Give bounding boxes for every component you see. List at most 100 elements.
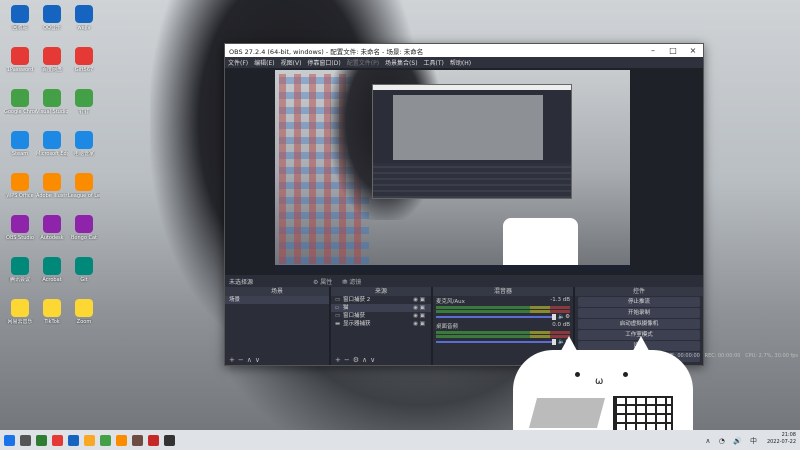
desktop-icon[interactable]: Git bbox=[68, 256, 100, 290]
desktop-icon-label: 回收站 bbox=[12, 25, 28, 31]
stop-stream-button[interactable]: 停止推流 bbox=[578, 297, 700, 307]
desktop-icon-label: Zoom bbox=[76, 319, 92, 325]
source-item[interactable]: ▬ 显示器捕获 ◉ ▣ bbox=[331, 320, 431, 328]
menu-file[interactable]: 文件(F) bbox=[228, 58, 248, 67]
window-icon: ▭ bbox=[335, 297, 341, 303]
app-icon bbox=[43, 131, 61, 149]
app-icon[interactable] bbox=[116, 434, 127, 446]
menu-scene-collection[interactable]: 场景集合(S) bbox=[385, 58, 418, 67]
app-icon bbox=[75, 257, 93, 275]
desktop-icon[interactable]: WPS Office bbox=[4, 172, 36, 206]
app-icon bbox=[11, 299, 29, 317]
source-item[interactable]: ▭ 窗口捕获 2 ◉ ▣ bbox=[331, 296, 431, 304]
scene-item[interactable]: 场景 bbox=[225, 296, 329, 304]
system-tray-icons[interactable]: ∧ ◔ 🔊 中 bbox=[705, 436, 760, 446]
desktop-icon[interactable]: 钉钉 bbox=[68, 88, 100, 122]
menu-help[interactable]: 帮助(H) bbox=[450, 58, 471, 67]
volume-slider[interactable] bbox=[436, 314, 557, 320]
app-icon[interactable] bbox=[68, 434, 79, 446]
obs-taskbar-icon[interactable] bbox=[164, 434, 175, 446]
app-icon[interactable] bbox=[148, 434, 159, 446]
virtual-camera-button[interactable]: 启动虚拟摄像机 bbox=[578, 319, 700, 329]
controls-header: 控件 bbox=[575, 287, 703, 296]
desktop-icon[interactable]: 腾讯会议 bbox=[4, 256, 36, 290]
desktop-icon[interactable]: Microsoft Edge bbox=[36, 130, 68, 164]
speaker-icon[interactable]: 🔈⚙ bbox=[558, 314, 570, 320]
desktop-icon[interactable]: 电脑管家 bbox=[68, 130, 100, 164]
menu-tools[interactable]: 工具(T) bbox=[424, 58, 444, 67]
menu-profile[interactable]: 配置文件(P) bbox=[347, 58, 379, 67]
app-icon bbox=[43, 299, 61, 317]
app-icon[interactable] bbox=[132, 434, 143, 446]
desktop-icon-label: 电脑管家 bbox=[73, 151, 94, 157]
monitor-icon: ▬ bbox=[335, 321, 341, 327]
desktop-icon[interactable]: OBS Studio bbox=[4, 214, 36, 248]
obs-window[interactable]: OBS 27.2.4 (64-bit, windows) - 配置文件: 未命名… bbox=[224, 43, 704, 366]
desktop-icon[interactable]: 百度网盘 bbox=[36, 46, 68, 80]
desktop-icon-label: 网易云音乐 bbox=[7, 319, 33, 325]
app-icon bbox=[43, 47, 61, 65]
sources-dock: 来源 ▭ 窗口捕获 2 ◉ ▣ ▫ 猫 ◉ ▣ ▭ 窗口捕获 ◉ ▣ ▬ 显示器捕获 ◉ ▣ +… bbox=[331, 287, 431, 365]
maximize-icon[interactable]: □ bbox=[663, 46, 683, 55]
desktop-icon[interactable]: League of Legends bbox=[68, 172, 100, 206]
app-icon[interactable] bbox=[52, 434, 63, 446]
desktop-icon-label: QQ音乐 bbox=[43, 25, 61, 31]
desktop-icon[interactable]: Zoom bbox=[68, 298, 100, 332]
sources-footer[interactable]: +−⚙∧∨ bbox=[331, 355, 431, 365]
menu-edit[interactable]: 编辑(E) bbox=[254, 58, 274, 67]
app-icon bbox=[75, 131, 93, 149]
clock[interactable]: 21:08 2022-07-22 bbox=[767, 432, 796, 446]
obs-titlebar[interactable]: OBS 27.2.4 (64-bit, windows) - 配置文件: 未命名… bbox=[225, 44, 703, 57]
desktop-icon[interactable]: Visual Studio bbox=[36, 88, 68, 122]
desktop-icon[interactable]: Adobe Illustrator bbox=[36, 172, 68, 206]
app-icon bbox=[43, 89, 61, 107]
obs-title: OBS 27.2.4 (64-bit, windows) - 配置文件: 未命名… bbox=[229, 47, 424, 56]
desktop-icon-label: 1Password bbox=[6, 67, 34, 73]
source-item[interactable]: ▫ 猫 ◉ ▣ bbox=[331, 304, 431, 312]
search-icon[interactable] bbox=[20, 434, 31, 446]
scenes-dock: 场景 场景 +−∧∨ bbox=[225, 287, 329, 365]
desktop-icon[interactable]: Gift567 bbox=[68, 46, 100, 80]
mixer-header: 混音器 bbox=[433, 287, 573, 296]
taskbar: ∧ ◔ 🔊 中 21:08 2022-07-22 bbox=[0, 430, 800, 450]
close-icon[interactable]: × bbox=[683, 46, 703, 55]
obs-preview[interactable] bbox=[225, 68, 703, 275]
obs-statusbar: LIVE: 00:00:00 REC: 00:00:00 CPU: 2.7%, … bbox=[663, 353, 798, 359]
preview-canvas bbox=[275, 70, 630, 271]
menu-view[interactable]: 视图(V) bbox=[281, 58, 302, 67]
desktop-icon[interactable]: 回收站 bbox=[4, 4, 36, 38]
rec-status: REC: 00:00:00 bbox=[704, 353, 741, 359]
filters-button[interactable]: ⛃ 滤镜 bbox=[342, 277, 361, 286]
desktop-icon[interactable]: 1Password bbox=[4, 46, 36, 80]
app-icon[interactable] bbox=[100, 434, 111, 446]
cat-mousepad bbox=[528, 398, 606, 428]
menu-docks[interactable]: 停靠窗口(D) bbox=[307, 58, 340, 67]
desktop-icon[interactable]: Autodesk bbox=[36, 214, 68, 248]
windows-start-icon[interactable] bbox=[4, 434, 15, 446]
desktop-icon[interactable]: Bongo Cat bbox=[68, 214, 100, 248]
minimize-icon[interactable]: – bbox=[643, 46, 663, 55]
app-icon bbox=[11, 131, 29, 149]
desktop-icon-label: Adobe Illustrator bbox=[36, 193, 68, 199]
desktop-icon[interactable]: Google Chrome bbox=[4, 88, 36, 122]
scenes-footer[interactable]: +−∧∨ bbox=[225, 355, 329, 365]
app-icon bbox=[11, 47, 29, 65]
desktop-icon[interactable]: wejlv bbox=[68, 4, 100, 38]
cat-eye bbox=[623, 372, 628, 377]
properties-button[interactable]: ⚙ 属性 bbox=[313, 277, 332, 286]
desktop-icon[interactable]: Acrobat bbox=[36, 256, 68, 290]
eye-lock-icons: ◉ ▣ bbox=[413, 305, 425, 311]
cat-eye bbox=[575, 372, 580, 377]
volume-slider[interactable] bbox=[436, 339, 557, 345]
source-item[interactable]: ▭ 窗口捕获 ◉ ▣ bbox=[331, 312, 431, 320]
start-recording-button[interactable]: 开始录制 bbox=[578, 308, 700, 318]
folder-icon[interactable] bbox=[84, 434, 95, 446]
desktop-icon[interactable]: QQ音乐 bbox=[36, 4, 68, 38]
desktop-icon[interactable]: TikTok bbox=[36, 298, 68, 332]
preview-bongo-cat bbox=[503, 218, 578, 270]
desktop-icon-label: TikTok bbox=[44, 319, 60, 325]
wechat-icon[interactable] bbox=[36, 434, 47, 446]
desktop-icon[interactable]: 网易云音乐 bbox=[4, 298, 36, 332]
desktop-icon[interactable]: Steam bbox=[4, 130, 36, 164]
scenes-header: 场景 bbox=[225, 287, 329, 296]
